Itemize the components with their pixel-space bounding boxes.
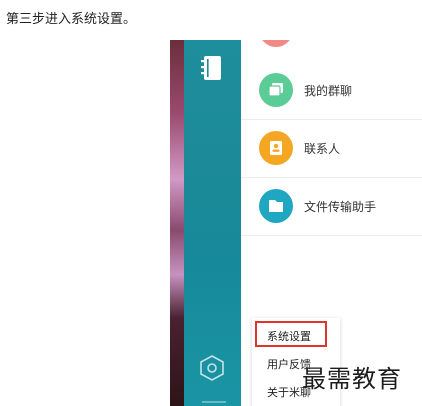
contact-list: 我的群聊 联系人 文件传输助手 [241, 40, 422, 236]
notebook-icon[interactable] [201, 55, 223, 81]
list-item-group-chat[interactable]: 我的群聊 [241, 61, 422, 120]
hexagon-settings-icon[interactable] [199, 354, 225, 382]
list-item-label: 联系人 [304, 142, 341, 156]
contacts-icon [259, 131, 293, 165]
list-item-file-transfer[interactable]: 文件传输助手 [241, 177, 422, 236]
desktop-wallpaper [170, 40, 184, 406]
watermark: 最需教育 [302, 365, 402, 393]
list-item-contacts[interactable]: 联系人 [241, 119, 422, 178]
app-screenshot: 我的群聊 联系人 文件传输助手 系统设置 用户反馈 关于米聊 [170, 40, 422, 406]
sidebar-divider [202, 401, 226, 403]
highlight-box [255, 321, 327, 347]
group-chat-icon [259, 73, 293, 107]
folder-icon [259, 189, 293, 223]
sidebar [184, 40, 241, 406]
list-item-label: 文件传输助手 [304, 200, 377, 214]
page-root: 第三步进入系统设置。 我的群聊 联系人 文件传输助手 系统设置 用户反馈 关于米… [0, 0, 422, 406]
partial-avatar [259, 40, 293, 47]
step-caption: 第三步进入系统设置。 [6, 11, 137, 26]
list-item-label: 我的群聊 [304, 84, 353, 98]
